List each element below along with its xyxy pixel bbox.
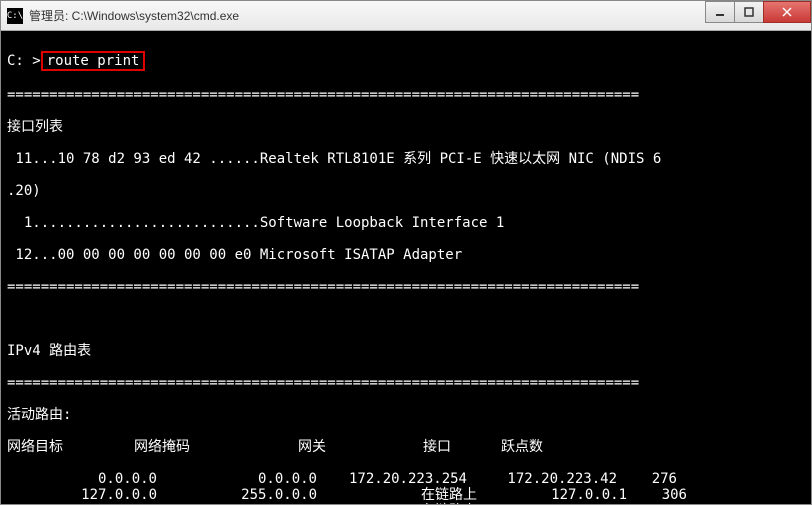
hdr-mask: 网络掩码 <box>92 439 232 455</box>
route-metric: 276 <box>617 471 677 487</box>
hdr-dest: 网络目标 <box>7 439 92 455</box>
divider: ========================================… <box>7 279 805 295</box>
route-row: 127.0.0.0255.0.0.0在链路上127.0.0.1306 <box>7 487 805 503</box>
route-mask: 255.0.0.0 <box>157 487 317 503</box>
route-mask: 255.255.255.255 <box>157 503 317 504</box>
divider: ========================================… <box>7 87 805 103</box>
cmd-icon: C:\ <box>7 8 23 24</box>
minimize-button[interactable] <box>705 1 735 23</box>
close-button[interactable] <box>763 1 811 23</box>
interface-line: 11...10 78 d2 93 ed 42 ......Realtek RTL… <box>7 151 805 167</box>
interface-line: .20) <box>7 183 805 199</box>
window-buttons <box>706 1 811 23</box>
hdr-met: 跃点数 <box>482 439 562 455</box>
interface-line: 1...........................Software Loo… <box>7 215 805 231</box>
console-output[interactable]: C: >route print ========================… <box>1 31 811 504</box>
route-interface: 127.0.0.1 <box>477 487 627 503</box>
window-title: 管理员: C:\Windows\system32\cmd.exe <box>29 7 706 24</box>
ipv4-title: IPv4 路由表 <box>7 343 805 359</box>
title-bar[interactable]: C:\ 管理员: C:\Windows\system32\cmd.exe <box>1 1 811 31</box>
route-header-row: 网络目标网络掩码网关接口跃点数 <box>7 439 805 455</box>
route-gateway: 在链路上 <box>317 487 477 503</box>
route-mask: 0.0.0.0 <box>157 471 317 487</box>
close-icon <box>782 7 792 17</box>
route-gateway: 在链路上 <box>317 503 477 504</box>
route-dest: 127.0.0.0 <box>7 487 157 503</box>
maximize-button[interactable] <box>734 1 764 23</box>
interface-list-title: 接口列表 <box>7 119 805 135</box>
maximize-icon <box>744 7 754 17</box>
route-metric: 306 <box>627 503 687 504</box>
minimize-icon <box>715 7 725 17</box>
blank-line <box>7 311 805 327</box>
route-gateway: 172.20.223.254 <box>317 471 467 487</box>
cmd-window: C:\ 管理员: C:\Windows\system32\cmd.exe C: … <box>0 0 812 505</box>
route-table-body: 0.0.0.00.0.0.0172.20.223.254172.20.223.4… <box>7 471 805 504</box>
prompt-prefix: C: > <box>7 53 41 69</box>
divider: ========================================… <box>7 375 805 391</box>
hdr-if: 接口 <box>392 439 482 455</box>
route-row: 127.0.0.1255.255.255.255在链路上127.0.0.1306 <box>7 503 805 504</box>
interface-line: 12...00 00 00 00 00 00 00 e0 Microsoft I… <box>7 247 805 263</box>
active-routes-label: 活动路由: <box>7 407 805 423</box>
route-interface: 127.0.0.1 <box>477 503 627 504</box>
route-interface: 172.20.223.42 <box>467 471 617 487</box>
route-dest: 127.0.0.1 <box>7 503 157 504</box>
hdr-gw: 网关 <box>232 439 392 455</box>
route-dest: 0.0.0.0 <box>7 471 157 487</box>
command-highlight: route print <box>41 51 146 71</box>
prompt-line: C: >route print <box>7 51 805 71</box>
route-row: 0.0.0.00.0.0.0172.20.223.254172.20.223.4… <box>7 471 805 487</box>
route-metric: 306 <box>627 487 687 503</box>
